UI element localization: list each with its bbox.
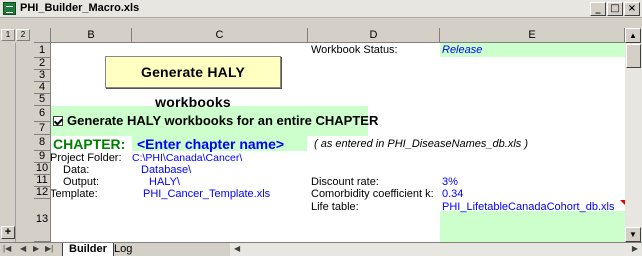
restore-button[interactable]: □ — [607, 2, 623, 16]
discount-rate-value[interactable]: 3% — [442, 176, 458, 188]
discount-rate-label: Discount rate: — [311, 176, 379, 188]
life-table-label: Life table: — [311, 201, 359, 213]
sheet-tab-bar: |◀ ◀ ▶ ▶| Builder Log ◀ ▶ — [0, 242, 642, 256]
checkbox-icon[interactable] — [53, 116, 63, 126]
comorbidity-coefficient-label: Comorbidity coefficient k: — [311, 188, 434, 200]
column-header-c[interactable]: C — [132, 28, 308, 43]
vertical-scroll-thumb[interactable] — [626, 44, 641, 68]
window-title: PHI_Builder_Macro.xls — [20, 2, 140, 14]
row-header-12[interactable]: 12 — [34, 187, 51, 199]
outline-strip — [0, 43, 16, 242]
scroll-up-icon[interactable]: ▲ — [625, 28, 641, 43]
worksheet-grid[interactable]: Workbook Status: Release Generate HALY w… — [51, 43, 625, 242]
excel-icon — [3, 2, 16, 15]
scroll-right-icon[interactable]: ▶ — [632, 244, 638, 253]
expand-outline-button[interactable]: + — [1, 226, 15, 239]
minimize-button[interactable]: _ — [590, 2, 606, 16]
row-header-5[interactable]: 5 — [34, 94, 51, 106]
row-header-1[interactable]: 1 — [34, 43, 51, 58]
template-value[interactable]: PHI_Cancer_Template.xls — [143, 188, 270, 200]
chapter-label: CHAPTER: — [53, 136, 126, 152]
comorbidity-coefficient-value[interactable]: 0.34 — [442, 188, 463, 200]
horizontal-scrollbar[interactable]: ◀ ▶ — [230, 243, 642, 256]
scroll-down-icon[interactable]: ▼ — [625, 227, 641, 242]
select-all-corner[interactable] — [34, 28, 51, 43]
output-folder-value[interactable]: HALY\ — [149, 176, 180, 188]
column-header-e[interactable]: E — [440, 28, 625, 43]
row-header-8[interactable]: 8 — [34, 135, 51, 151]
chapter-note: ( as entered in PHI_DiseaseNames_db.xls … — [314, 138, 528, 150]
generate-haly-workbooks-button[interactable]: Generate HALY workbooks — [105, 56, 281, 110]
template-label: Template: — [51, 188, 98, 200]
title-bar: PHI_Builder_Macro.xls _ □ × — [0, 0, 642, 18]
tab-log[interactable]: Log — [108, 243, 138, 256]
first-sheet-icon[interactable]: |◀ — [3, 244, 11, 253]
row-header-7[interactable]: 7 — [34, 122, 51, 135]
tab-builder[interactable]: Builder — [62, 243, 114, 256]
next-sheet-icon[interactable]: ▶ — [33, 244, 39, 253]
chapter-name-input[interactable]: <Enter chapter name> — [137, 136, 284, 152]
project-folder-label: Project Folder: — [51, 152, 122, 164]
output-folder-label: Output: — [63, 176, 100, 188]
outline-level-1-button[interactable]: 1 — [1, 29, 15, 41]
close-button[interactable]: × — [624, 2, 640, 16]
generate-chapter-checkbox-label: Generate HALY workbooks for an entire CH… — [67, 113, 379, 128]
outline-level-2-button[interactable]: 2 — [16, 29, 30, 41]
workbook-status-label: Workbook Status: — [311, 44, 398, 56]
column-header-b[interactable]: B — [51, 28, 132, 43]
row-header-13[interactable]: 13 — [34, 199, 51, 242]
vertical-scrollbar[interactable]: ▲ ▼ — [625, 28, 642, 242]
data-folder-label: Data: — [63, 164, 90, 176]
column-header-d[interactable]: D — [308, 28, 440, 43]
workbook-status-value[interactable]: Release — [442, 44, 482, 56]
row-header-6[interactable]: 6 — [34, 106, 51, 122]
generate-chapter-checkbox-row[interactable]: Generate HALY workbooks for an entire CH… — [53, 106, 378, 136]
prev-sheet-icon[interactable]: ◀ — [20, 244, 26, 253]
life-table-value[interactable]: PHI_LifetableCanadaCohort_db.xls — [442, 201, 614, 213]
project-folder-value[interactable]: C:\PHI\Canada\Cancer\ — [132, 152, 242, 164]
parameters-fill — [440, 211, 625, 242]
data-folder-value[interactable]: Database\ — [141, 164, 191, 176]
last-sheet-icon[interactable]: ▶| — [45, 244, 53, 253]
scroll-left-icon[interactable]: ◀ — [234, 244, 240, 253]
